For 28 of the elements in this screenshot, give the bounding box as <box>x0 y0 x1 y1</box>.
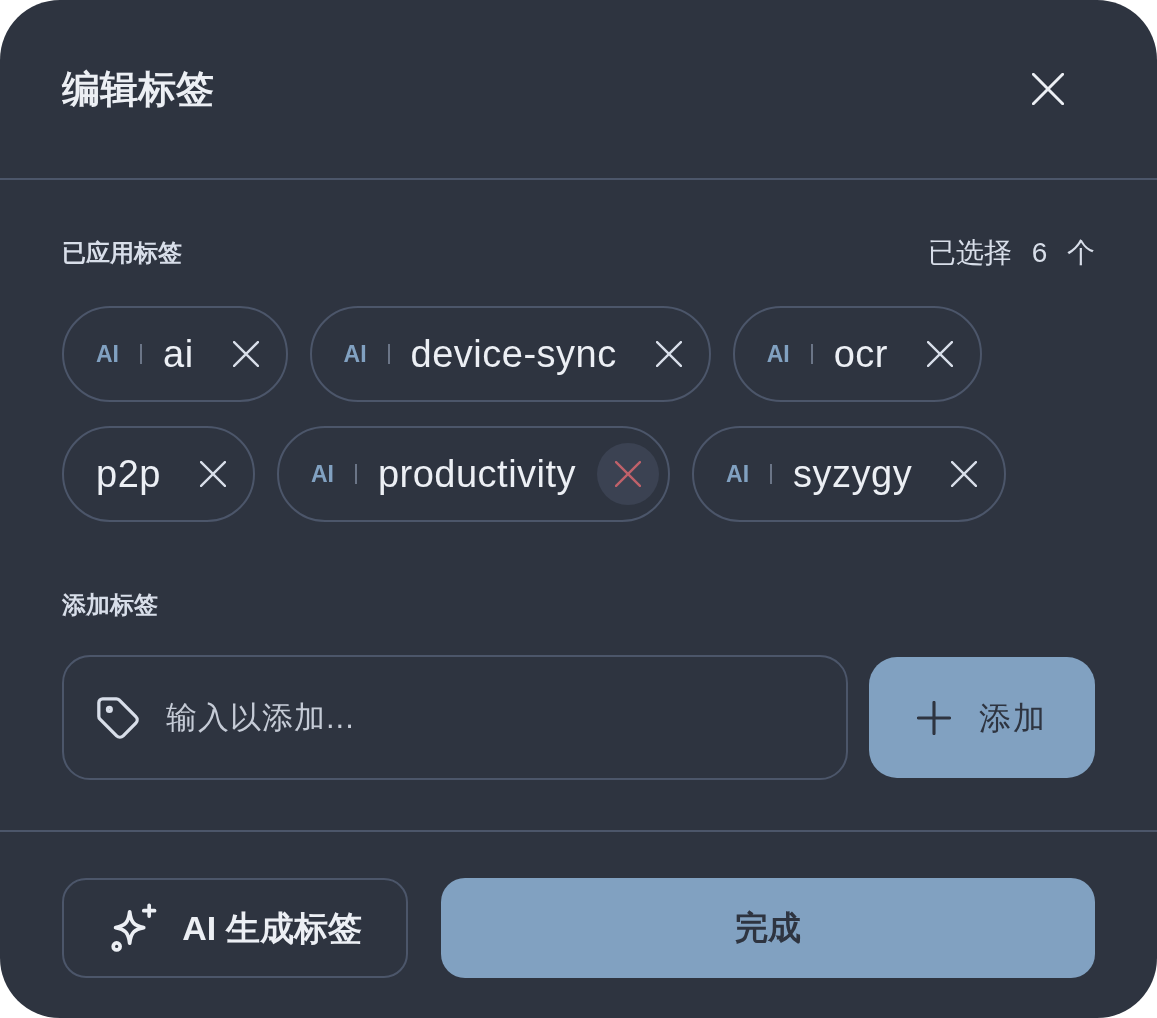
tag-label: device-sync <box>410 332 617 377</box>
plus-icon <box>917 700 951 735</box>
done-button[interactable]: 完成 <box>441 878 1095 978</box>
tag-icon <box>95 695 141 741</box>
ai-source-label: AI <box>310 460 334 488</box>
tag-label: p2p <box>96 452 161 497</box>
ai-source-label: AI <box>96 340 119 368</box>
section-heading: 添加标签 <box>62 590 158 620</box>
add-button[interactable]: 添加 <box>869 657 1095 778</box>
close-icon <box>199 461 226 487</box>
ai-source-label: AI <box>726 460 750 488</box>
tag-label: ocr <box>833 332 888 377</box>
close-icon <box>232 341 259 367</box>
ai-source-label: AI <box>343 340 367 368</box>
ai-generate-button[interactable]: AI 生成标签 <box>62 878 408 978</box>
tag-label: syzygy <box>793 452 913 497</box>
close-icon <box>655 341 682 367</box>
tag-label: productivity <box>377 452 577 497</box>
dialog-title: 编辑标签 <box>62 67 214 112</box>
tag-label: ai <box>163 332 194 377</box>
section-heading: 已应用标签 <box>62 238 182 268</box>
close-icon <box>1032 73 1064 105</box>
close-icon <box>927 341 953 367</box>
close-icon <box>951 461 978 487</box>
tag-input-field[interactable]: 输入以添加... <box>62 655 848 780</box>
close-icon <box>615 461 642 487</box>
selected-count: 已选择 6 个 <box>927 236 1095 270</box>
ai-source-label: AI <box>766 340 790 368</box>
